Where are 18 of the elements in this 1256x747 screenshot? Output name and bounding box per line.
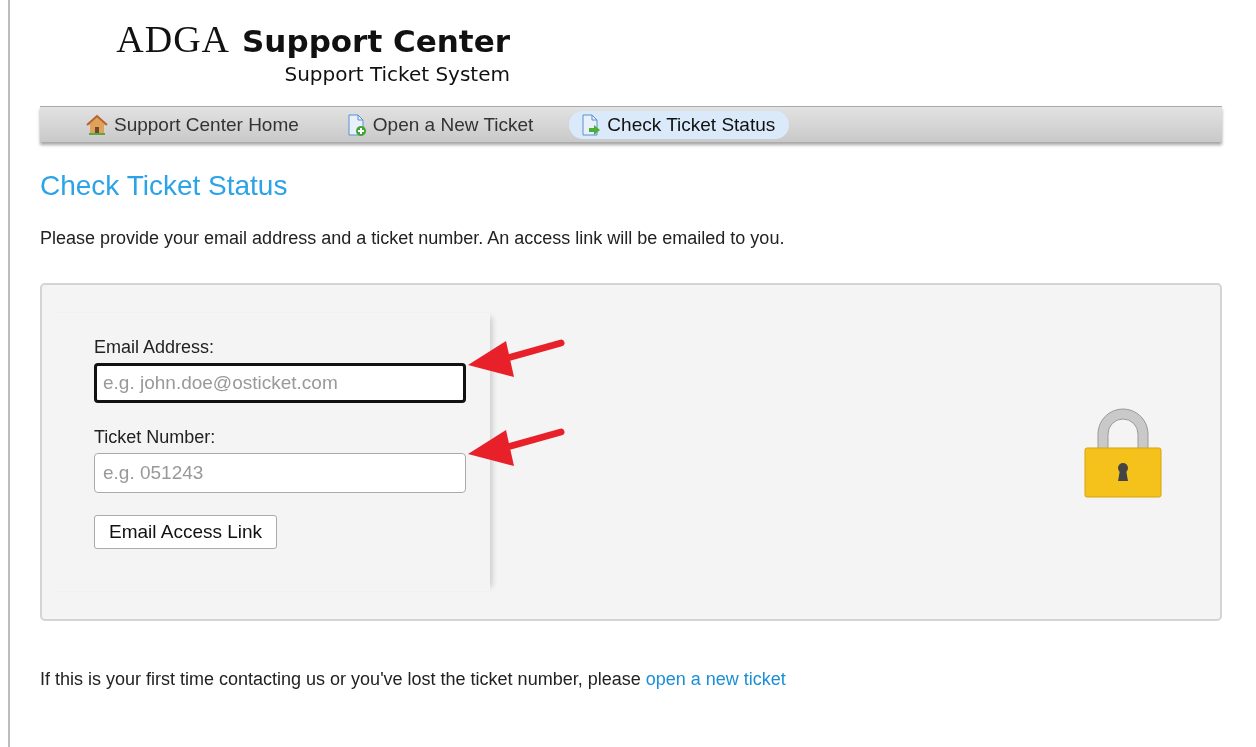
site-subtitle: Support Ticket System	[284, 62, 510, 86]
logo-mark: ADGA	[116, 20, 231, 58]
site-title: Support Center	[242, 26, 510, 57]
input-field[interactable]: e.g. john.doe@osticket.com	[94, 363, 466, 403]
nav-tab[interactable]: Open a New Ticket	[334, 110, 548, 139]
document-arrow-icon	[579, 113, 602, 136]
nav-tab[interactable]: Check Ticket Status	[569, 110, 790, 139]
intro-text: Please provide your email address and a ticket number. An access link will be emailed to you.	[40, 228, 786, 249]
footer-text: If this is your first time contacting us or you've lost the ticket number, please open a new ticket	[40, 669, 787, 690]
padlock-icon	[1084, 406, 1162, 498]
nav-tab[interactable]: Support Center Home	[76, 110, 313, 139]
open-new-ticket-link[interactable]: open a new ticket	[645, 669, 786, 689]
house-icon	[86, 113, 108, 136]
field-label: Ticket Number:	[94, 427, 217, 448]
input-field[interactable]: e.g. 051243	[94, 453, 466, 493]
email-access-link-button[interactable]: Email Access Link	[94, 515, 278, 549]
field-label: Email Address:	[94, 337, 216, 358]
page-heading: Check Ticket Status	[40, 170, 289, 202]
